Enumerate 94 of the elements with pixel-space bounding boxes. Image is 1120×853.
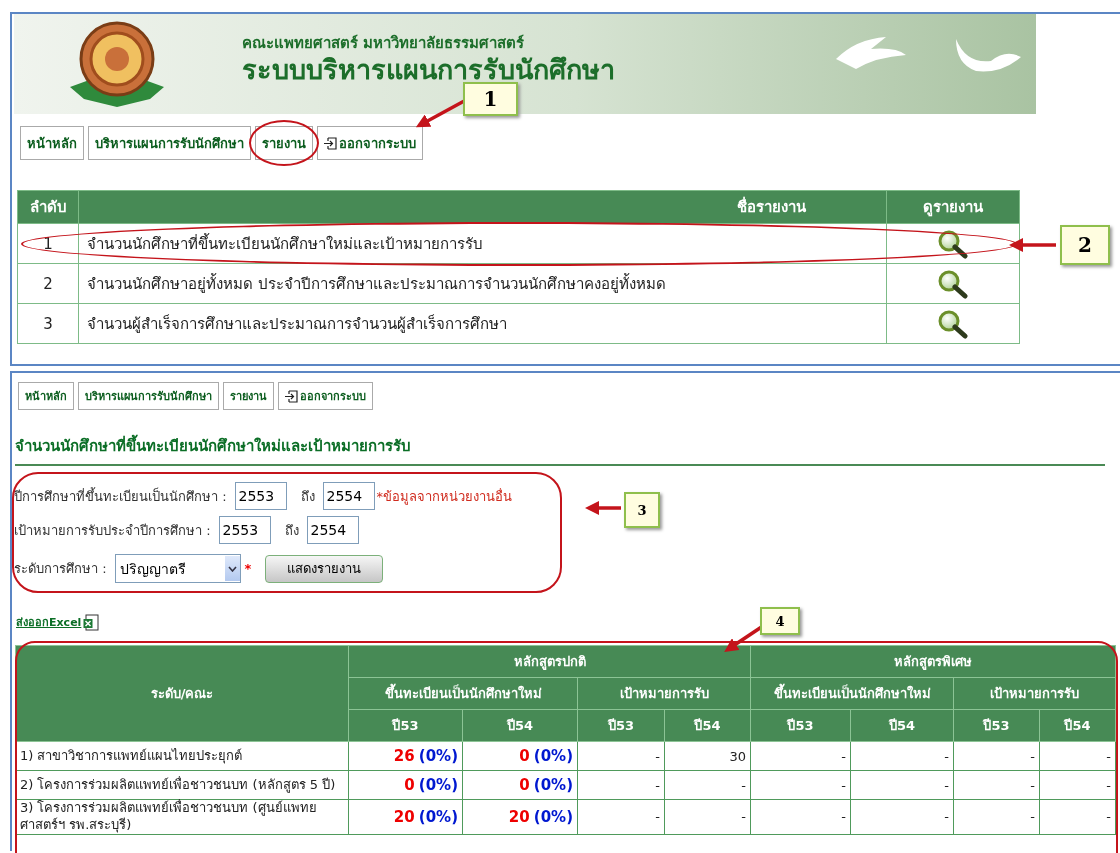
show-report-button[interactable]: แสดงรายงาน bbox=[265, 554, 384, 583]
education-level-dropdown[interactable]: ปริญญาตรี bbox=[114, 554, 241, 583]
nav-button[interactable]: บริหารแผนการรับนักศึกษา bbox=[78, 382, 219, 410]
nav-button[interactable]: ออกจากระบบ bbox=[317, 126, 423, 160]
table-cell: - bbox=[850, 741, 954, 771]
nav-button[interactable]: หน้าหลัก bbox=[20, 126, 84, 160]
count-value: 26 bbox=[393, 747, 415, 765]
percent-value: (0%) bbox=[533, 747, 573, 765]
logout-icon bbox=[285, 389, 298, 403]
spreadsheet-icon[interactable] bbox=[83, 613, 100, 631]
magnifier-icon[interactable] bbox=[936, 228, 970, 259]
column-header: ปี54 bbox=[462, 709, 578, 742]
table-cell: - bbox=[664, 770, 751, 800]
count-value: 20 bbox=[508, 807, 530, 826]
nav-button[interactable]: หน้าหลัก bbox=[18, 382, 74, 410]
table-cell: - bbox=[850, 799, 954, 835]
column-header: ปี53 bbox=[953, 709, 1040, 742]
system-title: ระบบบริหารแผนการรับนักศึกษา bbox=[242, 55, 615, 85]
magnifier-icon[interactable] bbox=[936, 308, 970, 339]
required-mark: * bbox=[244, 561, 252, 576]
table-cell: 30 bbox=[664, 741, 751, 771]
faculty-name-cell: 3) โครงการร่วมผลิตแพทย์เพื่อชาวชนบท (ศูนย์แพทยศาสตร์ฯ รพ.สระบุรี) bbox=[15, 799, 349, 835]
column-group-header: เป้าหมายการรับ bbox=[953, 677, 1116, 710]
chevron-down-icon bbox=[227, 565, 237, 572]
source-note: *ข้อมูลจากหน่วยงานอื่น bbox=[376, 487, 512, 507]
table-cell: - bbox=[577, 770, 665, 800]
report-heading: จำนวนนักศึกษาที่ขึ้นทะเบียนนักศึกษาใหม่และเป้าหมายการรับ bbox=[15, 434, 1105, 466]
column-header: ปี53 bbox=[577, 709, 665, 742]
percent-value: (0%) bbox=[533, 776, 573, 794]
year-from-field[interactable]: 2553 bbox=[218, 516, 271, 544]
table-cell: - bbox=[953, 799, 1040, 835]
export-excel-link[interactable]: ส่งออกExcel bbox=[16, 613, 82, 631]
table-cell: 2 bbox=[17, 263, 79, 304]
year-to-field[interactable]: 2554 bbox=[322, 482, 375, 510]
count-value: 0 bbox=[519, 747, 530, 765]
column-header: ปี54 bbox=[664, 709, 751, 742]
report-name-cell: จำนวนผู้สำเร็จการศึกษาและประมาณการจำนวนผู้สำเร็จการศึกษา bbox=[78, 303, 887, 344]
column-header: ระดับ/คณะ bbox=[15, 645, 349, 742]
logout-icon bbox=[324, 136, 337, 150]
faculty-name: คณะแพทยศาสตร์ มหาวิทยาลัยธรรมศาสตร์ bbox=[242, 33, 526, 55]
column-group-header: ขึ้นทะเบียนเป็นนักศึกษาใหม่ bbox=[348, 677, 578, 710]
field-label: ปีการศึกษาที่ขึ้นทะเบียนเป็นนักศึกษา : bbox=[14, 486, 227, 506]
column-group-header: เป้าหมายการรับ bbox=[577, 677, 751, 710]
nav-button[interactable]: บริหารแผนการรับนักศึกษา bbox=[88, 126, 251, 160]
table-cell: - bbox=[750, 741, 851, 771]
year-to-field[interactable]: 2554 bbox=[306, 516, 359, 544]
field-label: ระดับการศึกษา : bbox=[14, 560, 107, 578]
column-header: ดูรายงาน bbox=[886, 190, 1020, 224]
nav-button[interactable]: รายงาน bbox=[255, 126, 313, 160]
highlight-ellipse bbox=[249, 120, 319, 166]
percent-value: (0%) bbox=[418, 747, 458, 765]
percent-value: (0%) bbox=[418, 776, 458, 794]
column-group-header: หลักสูตรพิเศษ bbox=[750, 645, 1116, 678]
column-header: ลำดับ bbox=[17, 190, 79, 224]
table-cell: - bbox=[664, 799, 751, 835]
table-cell: - bbox=[850, 770, 954, 800]
count-value: 20 bbox=[393, 807, 415, 826]
year-from-field[interactable]: 2553 bbox=[234, 482, 287, 510]
table-cell: - bbox=[953, 770, 1040, 800]
range-label: ถึง bbox=[300, 487, 315, 506]
callout-label: 4 bbox=[760, 607, 800, 635]
percent-value: (0%) bbox=[533, 807, 573, 826]
callout-label: 3 bbox=[624, 492, 660, 528]
callout-label: 1 bbox=[463, 82, 518, 116]
table-cell: - bbox=[577, 799, 665, 835]
column-header: ปี53 bbox=[348, 709, 463, 742]
faculty-name-cell: 2) โครงการร่วมผลิตแพทย์เพื่อชาวชนบท (หลักสูตร 5 ปี) bbox=[15, 770, 349, 800]
faculty-name-cell: 1) สาขาวิชาการแพทย์แผนไทยประยุกต์ bbox=[15, 741, 349, 771]
magnifier-icon[interactable] bbox=[936, 268, 970, 299]
table-cell: - bbox=[577, 741, 665, 771]
column-header: ปี54 bbox=[1039, 709, 1116, 742]
range-label: ถึง bbox=[284, 521, 299, 540]
table-cell: 3 bbox=[17, 303, 79, 344]
pointer-arrow bbox=[1009, 238, 1056, 252]
column-header: ชื่อรายงาน bbox=[78, 190, 887, 224]
count-value: 0 bbox=[519, 776, 530, 794]
table-cell: - bbox=[1039, 799, 1116, 835]
percent-value: (0%) bbox=[418, 807, 458, 826]
count-value: 0 bbox=[404, 776, 415, 794]
table-cell: - bbox=[750, 799, 851, 835]
table-cell: - bbox=[953, 741, 1040, 771]
field-label: เป้าหมายการรับประจำปีการศึกษา : bbox=[14, 521, 211, 540]
pointer-arrow bbox=[585, 501, 621, 515]
table-cell: - bbox=[1039, 770, 1116, 800]
column-group-header: หลักสูตรปกติ bbox=[348, 645, 751, 678]
table-cell: - bbox=[1039, 741, 1116, 771]
column-group-header: ขึ้นทะเบียนเป็นนักศึกษาใหม่ bbox=[750, 677, 954, 710]
nav-button[interactable]: รายงาน bbox=[223, 382, 274, 410]
column-header: ปี54 bbox=[850, 709, 954, 742]
callout-label: 2 bbox=[1060, 225, 1110, 265]
report-name-cell: จำนวนนักศึกษาอยู่ทั้งหมด ประจำปีการศึกษาและประมาณการจำนวนนักศึกษาคงอยู่ทั้งหมด bbox=[78, 263, 887, 304]
column-header: ปี53 bbox=[750, 709, 851, 742]
nav-button[interactable]: ออกจากระบบ bbox=[278, 382, 373, 410]
table-cell: - bbox=[750, 770, 851, 800]
